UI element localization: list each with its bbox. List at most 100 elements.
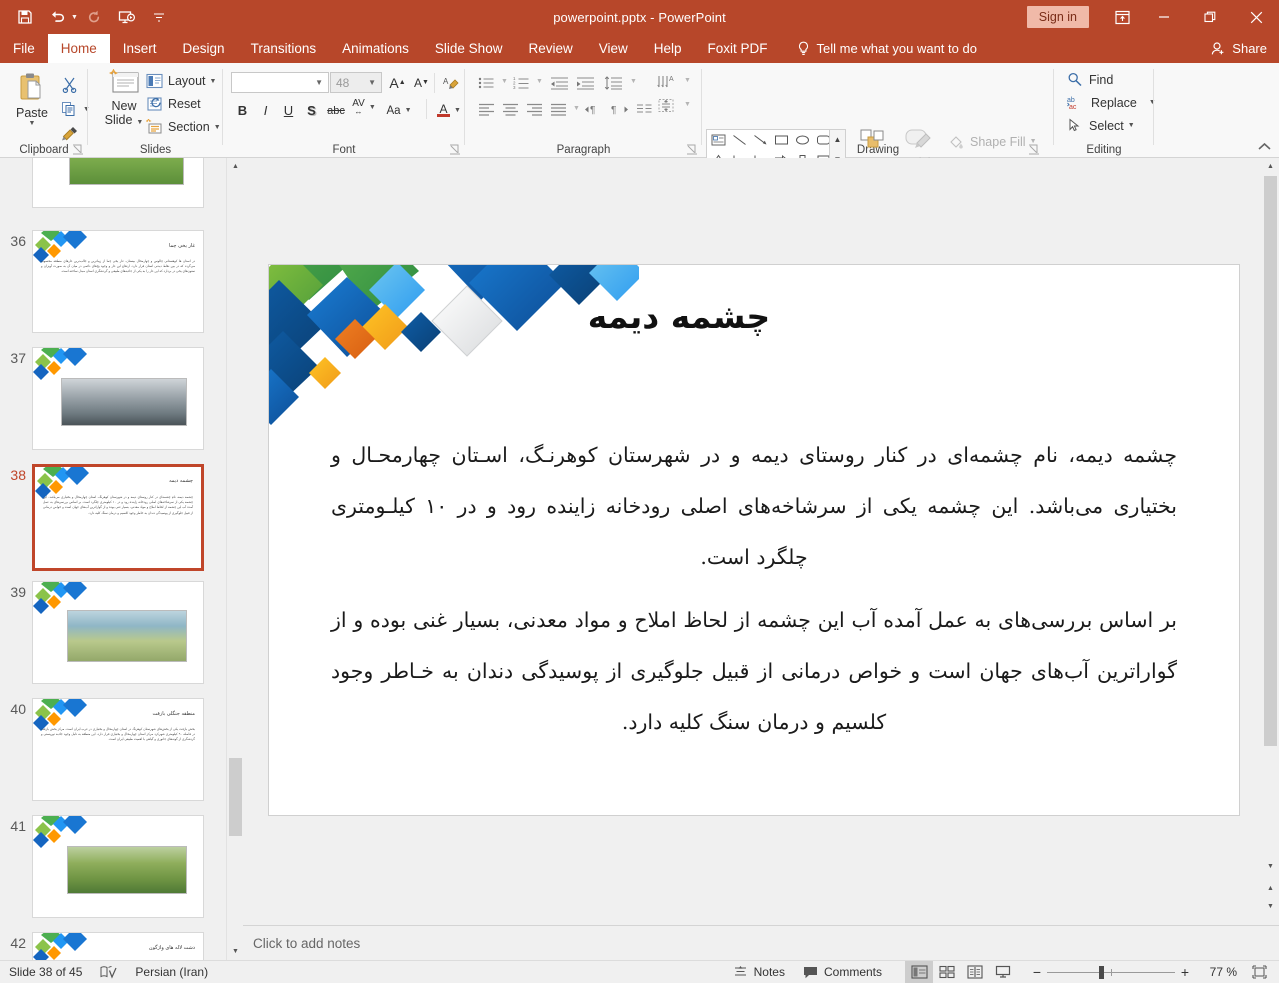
new-slide-button[interactable]: New Slide▼ bbox=[102, 69, 146, 127]
line-spacing-button[interactable] bbox=[601, 72, 625, 93]
slide-thumbnail[interactable] bbox=[32, 815, 204, 918]
close-button[interactable] bbox=[1233, 0, 1279, 34]
paragraph-dialog-launcher[interactable] bbox=[686, 143, 698, 155]
clipboard-dialog-launcher[interactable] bbox=[72, 143, 84, 155]
list-item[interactable]: 37 bbox=[0, 347, 226, 450]
slide-thumbnail-selected[interactable]: چشمه دیمه چشمه دیمه، نام چشمه‌ای در کنار… bbox=[32, 464, 204, 571]
character-spacing-button[interactable]: AV ↔ ▼ bbox=[351, 96, 377, 119]
start-presentation-icon[interactable] bbox=[112, 3, 142, 31]
change-case-dropdown-icon[interactable]: ▼ bbox=[405, 107, 412, 114]
find-button[interactable]: Find bbox=[1064, 71, 1116, 88]
slide-thumbnail[interactable] bbox=[32, 158, 204, 208]
collapse-ribbon-button[interactable] bbox=[1255, 137, 1273, 155]
list-item[interactable]: 38 چشمه دیمه چشمه دیمه، نام چشمه‌ای در ک… bbox=[0, 464, 226, 571]
minimize-button[interactable] bbox=[1141, 0, 1187, 34]
bullets-button[interactable] bbox=[475, 72, 497, 93]
save-icon[interactable] bbox=[10, 3, 40, 31]
scroll-down-icon[interactable]: ▼ bbox=[1262, 858, 1279, 875]
slide-body-text[interactable]: چشمه دیمه، نام چشمه‌ای در کنار روستای دی… bbox=[331, 430, 1177, 760]
font-size-dropdown-icon[interactable]: ▼ bbox=[363, 78, 381, 87]
slides-thumbnail-panel[interactable]: 36 غار یخی چما در استان ها کوهستانی چالو… bbox=[0, 158, 226, 960]
scroll-up-icon[interactable]: ▲ bbox=[227, 158, 244, 175]
notes-pane[interactable]: Click to add notes bbox=[243, 925, 1279, 963]
columns-button[interactable] bbox=[633, 99, 655, 120]
font-name-input[interactable]: ▼ bbox=[231, 72, 329, 93]
select-button[interactable]: Select ▼ bbox=[1064, 117, 1138, 134]
slide-thumbnail[interactable]: منطقه جنگلی بازفت بخش بازفت یکی از بخش‌ه… bbox=[32, 698, 204, 801]
scroll-up-icon[interactable]: ▲ bbox=[1262, 158, 1279, 175]
slide-thumbnail[interactable]: دشت لاله های واژگون bbox=[32, 932, 204, 960]
ltr-direction-button[interactable]: ¶ bbox=[582, 99, 606, 120]
text-shadow-button[interactable]: S bbox=[300, 99, 323, 122]
fit-slide-button[interactable] bbox=[1245, 961, 1273, 983]
slide-title[interactable]: چشمه دیمه bbox=[269, 297, 1239, 336]
tab-transitions[interactable]: Transitions bbox=[238, 34, 330, 63]
zoom-out-button[interactable]: − bbox=[1027, 964, 1047, 980]
zoom-slider[interactable] bbox=[1047, 961, 1175, 983]
editor-scrollbar[interactable]: ▲ ▼ ▲ ▼ bbox=[1262, 158, 1279, 918]
font-color-dropdown-icon[interactable]: ▼ bbox=[454, 107, 461, 114]
align-right-button[interactable] bbox=[523, 99, 545, 120]
slide-canvas[interactable]: چشمه دیمه چشمه دیمه، نام چشمه‌ای در کنار… bbox=[269, 265, 1239, 815]
sign-in-button[interactable]: Sign in bbox=[1027, 6, 1089, 28]
numbering-dropdown-icon[interactable]: ▼ bbox=[536, 78, 543, 85]
italic-button[interactable]: I bbox=[254, 99, 277, 122]
section-button[interactable]: Section ▼ bbox=[143, 118, 224, 136]
slide-show-view-button[interactable] bbox=[989, 961, 1017, 983]
tell-me-box[interactable]: Tell me what you want to do bbox=[797, 34, 977, 63]
list-item[interactable]: 42 دشت لاله های واژگون bbox=[0, 932, 226, 960]
zoom-in-button[interactable]: + bbox=[1175, 964, 1195, 980]
notes-placeholder[interactable]: Click to add notes bbox=[253, 936, 360, 951]
bullets-dropdown-icon[interactable]: ▼ bbox=[501, 78, 508, 85]
tab-file[interactable]: File bbox=[0, 34, 48, 63]
tab-review[interactable]: Review bbox=[515, 34, 585, 63]
justify-button[interactable] bbox=[547, 99, 569, 120]
ribbon-display-options-icon[interactable] bbox=[1103, 0, 1141, 34]
tab-view[interactable]: View bbox=[586, 34, 641, 63]
shape-textbox[interactable] bbox=[708, 130, 729, 150]
shapes-scroll-up-icon[interactable]: ▲ bbox=[830, 130, 845, 150]
text-direction-dropdown-icon[interactable]: ▼ bbox=[684, 77, 691, 84]
redo-icon[interactable] bbox=[80, 3, 110, 31]
list-item[interactable]: 36 غار یخی چما در استان ها کوهستانی چالو… bbox=[0, 230, 226, 333]
paste-dropdown-icon[interactable]: ▼ bbox=[29, 121, 36, 127]
change-case-button[interactable]: Aa ▼ bbox=[386, 99, 412, 122]
shape-arrow[interactable] bbox=[750, 130, 771, 150]
tab-home[interactable]: Home bbox=[48, 34, 110, 63]
undo-dropdown-icon[interactable]: ▼ bbox=[71, 14, 78, 21]
tab-design[interactable]: Design bbox=[170, 34, 238, 63]
text-direction-button[interactable]: A bbox=[655, 71, 679, 92]
list-item[interactable]: 40 منطقه جنگلی بازفت بخش بازفت یکی از بخ… bbox=[0, 698, 226, 801]
undo-icon[interactable] bbox=[42, 3, 72, 31]
slide-sorter-view-button[interactable] bbox=[933, 961, 961, 983]
justify-dropdown-icon[interactable]: ▼ bbox=[573, 105, 580, 112]
notes-button[interactable]: Notes bbox=[724, 961, 794, 983]
list-item[interactable]: 41 bbox=[0, 815, 226, 918]
slide-thumbnail[interactable] bbox=[32, 581, 204, 684]
layout-dropdown-icon[interactable]: ▼ bbox=[210, 78, 217, 85]
slides-panel-scrollbar[interactable]: ▲ ▼ bbox=[226, 158, 243, 960]
align-text-dropdown-icon[interactable]: ▼ bbox=[684, 101, 691, 108]
slide-thumbnail[interactable] bbox=[32, 347, 204, 450]
tab-insert[interactable]: Insert bbox=[110, 34, 170, 63]
underline-button[interactable]: U bbox=[277, 99, 300, 122]
zoom-slider-handle[interactable] bbox=[1099, 966, 1104, 979]
font-name-dropdown-icon[interactable]: ▼ bbox=[310, 78, 328, 87]
font-size-input[interactable]: 48 ▼ bbox=[330, 72, 382, 93]
comments-button[interactable]: Comments bbox=[794, 961, 891, 983]
tab-foxit-pdf[interactable]: Foxit PDF bbox=[695, 34, 781, 63]
decrease-font-size-button[interactable]: A▼ bbox=[410, 71, 433, 94]
list-item[interactable] bbox=[0, 158, 226, 208]
tab-animations[interactable]: Animations bbox=[329, 34, 422, 63]
shape-fill-dropdown-icon[interactable]: ▼ bbox=[1030, 138, 1037, 145]
line-spacing-dropdown-icon[interactable]: ▼ bbox=[630, 78, 637, 85]
shape-fill-button[interactable]: Shape Fill ▼ bbox=[945, 133, 1040, 150]
increase-font-size-button[interactable]: A▲ bbox=[386, 71, 409, 94]
align-left-button[interactable] bbox=[475, 99, 497, 120]
slide-thumbnail[interactable]: غار یخی چما در استان ها کوهستانی چالوس و… bbox=[32, 230, 204, 333]
decrease-indent-button[interactable] bbox=[547, 72, 571, 93]
rtl-direction-button[interactable]: ¶ bbox=[608, 99, 632, 120]
tab-help[interactable]: Help bbox=[641, 34, 695, 63]
character-spacing-dropdown-icon[interactable]: ▼ bbox=[369, 104, 376, 111]
scrollbar-thumb[interactable] bbox=[1264, 176, 1277, 746]
